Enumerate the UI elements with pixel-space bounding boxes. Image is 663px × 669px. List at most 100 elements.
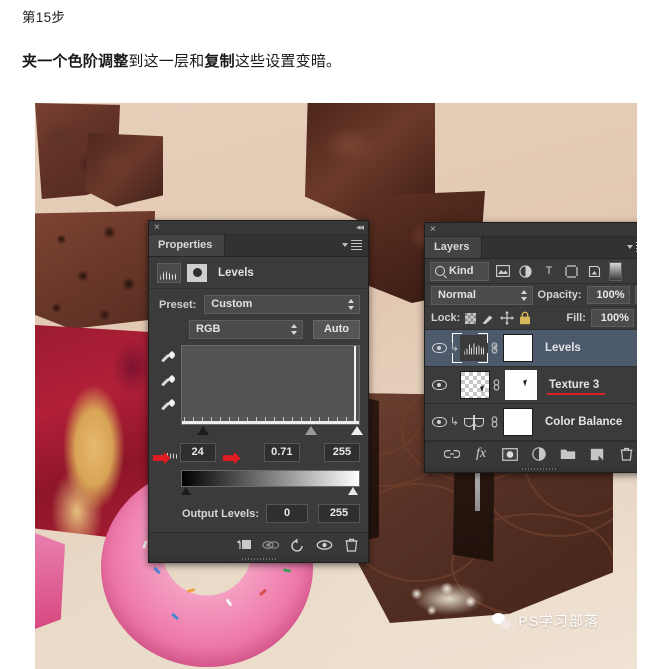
mask-link-icon[interactable] — [488, 342, 500, 354]
close-icon[interactable]: × — [430, 224, 436, 235]
layer-name-levels[interactable]: Levels — [545, 342, 581, 354]
gamma-input-slider[interactable] — [305, 426, 317, 435]
output-gradient-bar — [181, 470, 360, 487]
layers-panel[interactable]: × ◂◂ Layers Kind T — [424, 222, 637, 473]
layer-style-fx-icon[interactable]: fx — [472, 445, 490, 463]
mask-link-icon[interactable] — [490, 379, 502, 391]
preset-value: Custom — [211, 298, 253, 310]
description-tail: 这些设置变暗。 — [234, 53, 342, 70]
properties-titlebar: × ◂◂ — [149, 221, 368, 235]
black-input-slider[interactable] — [197, 426, 209, 435]
opacity-field[interactable]: 100% — [586, 286, 630, 304]
shape-layer-filter-icon[interactable] — [562, 263, 581, 280]
filter-kind-dropdown[interactable]: Kind — [430, 261, 490, 281]
delete-adjustment-icon[interactable] — [339, 535, 364, 554]
layer-visibility-toggle[interactable] — [429, 417, 449, 427]
toggle-visibility-icon[interactable] — [312, 535, 337, 554]
tab-properties[interactable]: Properties — [149, 235, 226, 256]
preset-dropdown[interactable]: Custom — [204, 295, 360, 314]
close-icon[interactable]: × — [154, 222, 160, 233]
screenshot-canvas: × ◂◂ Properties Levels Preset: Custom RG… — [35, 103, 637, 669]
annotation-underline-texture-3 — [547, 393, 605, 395]
lock-position-icon[interactable] — [500, 310, 515, 326]
layer-filter-row: Kind T — [425, 259, 637, 284]
properties-body: Levels Preset: Custom RGB Auto 24 0.71 2… — [149, 257, 368, 562]
search-icon — [435, 265, 445, 276]
black-output-slider[interactable] — [181, 487, 191, 495]
chevron-updown-icon — [290, 324, 298, 335]
gray-point-eyedropper-icon[interactable] — [160, 375, 176, 391]
step-description: 夹一个色阶调整到这一层和复制这些设置变暗。 — [22, 50, 341, 71]
eyedropper-group — [157, 345, 181, 425]
preview-previous-state-icon[interactable] — [258, 535, 283, 554]
mask-link-icon[interactable] — [488, 416, 500, 428]
description-bold-second: 复制 — [204, 53, 235, 70]
black-point-eyedropper-icon[interactable] — [160, 351, 176, 367]
new-group-icon[interactable] — [559, 445, 577, 463]
output-white-field[interactable]: 255 — [318, 504, 360, 523]
layer-thumbnail-color-balance[interactable] — [460, 409, 488, 435]
output-black-field[interactable]: 0 — [266, 504, 308, 523]
layer-list: ↳ Levels Texture 3 ↳ Color Balance — [425, 330, 637, 441]
layer-visibility-toggle[interactable] — [429, 343, 449, 353]
layer-thumbnail-texture-3[interactable] — [460, 371, 490, 399]
white-output-slider[interactable] — [348, 487, 358, 495]
layer-name-texture-3[interactable]: Texture 3 — [549, 379, 599, 391]
input-white-field[interactable]: 255 — [323, 443, 360, 462]
layer-row-color-balance[interactable]: ↳ Color Balance — [425, 404, 637, 441]
white-input-slider[interactable] — [351, 426, 363, 435]
properties-footer — [149, 532, 368, 556]
add-layer-mask-icon[interactable] — [501, 445, 519, 463]
clip-to-layer-icon[interactable] — [231, 535, 256, 554]
tab-layers[interactable]: Layers — [425, 237, 483, 258]
layer-mask-thumbnail-color-balance[interactable] — [503, 408, 533, 436]
panel-resize-grip[interactable] — [149, 556, 368, 562]
lock-all-icon[interactable] — [519, 310, 531, 326]
reset-icon[interactable] — [285, 535, 310, 554]
link-layers-icon[interactable] — [443, 445, 461, 463]
delete-layer-icon[interactable] — [617, 445, 635, 463]
fill-field[interactable]: 100% — [590, 309, 634, 327]
panel-menu-icon[interactable] — [348, 240, 362, 251]
output-levels-sliders[interactable] — [181, 487, 360, 497]
properties-tabbar: Properties — [149, 235, 368, 257]
layer-row-levels[interactable]: ↳ Levels — [425, 330, 637, 367]
blend-mode-dropdown[interactable]: Normal — [431, 285, 533, 305]
new-layer-icon[interactable] — [588, 445, 606, 463]
lock-transparent-pixels-icon[interactable] — [465, 310, 477, 326]
input-levels-sliders[interactable] — [181, 426, 363, 437]
output-levels-label: Output Levels: — [181, 507, 259, 520]
channel-dropdown[interactable]: RGB — [189, 320, 303, 339]
auto-contrast-icon[interactable] — [157, 445, 176, 461]
layer-visibility-toggle[interactable] — [429, 380, 449, 390]
smart-object-filter-icon[interactable] — [585, 263, 604, 280]
layer-mask-thumbnail-texture-3[interactable] — [505, 370, 537, 400]
input-black-field[interactable]: 24 — [179, 443, 216, 462]
collapse-panel-icon[interactable]: ◂◂ — [356, 222, 364, 233]
layer-thumbnail-levels[interactable] — [460, 335, 488, 361]
auto-button[interactable]: Auto — [312, 320, 360, 339]
white-point-eyedropper-icon[interactable] — [160, 399, 176, 415]
step-label: 第15步 — [22, 10, 66, 25]
levels-histogram[interactable] — [181, 345, 360, 425]
properties-panel[interactable]: × ◂◂ Properties Levels Preset: Custom RG… — [148, 220, 369, 563]
input-gamma-field[interactable]: 0.71 — [263, 443, 300, 462]
opacity-slider-caret-icon[interactable] — [634, 286, 637, 304]
panel-resize-grip[interactable] — [425, 466, 637, 472]
levels-editor — [157, 345, 360, 425]
levels-histogram-icon — [157, 262, 181, 283]
opacity-label: Opacity: — [537, 289, 582, 301]
layer-mask-thumbnail-levels[interactable] — [503, 334, 533, 362]
filter-enable-toggle[interactable] — [609, 261, 623, 281]
adjustment-layer-filter-icon[interactable] — [516, 263, 535, 280]
pixel-layer-filter-icon[interactable] — [493, 263, 512, 280]
blend-mode-value: Normal — [438, 288, 476, 301]
chevron-updown-icon — [520, 289, 528, 301]
lock-image-pixels-icon[interactable] — [481, 310, 495, 326]
histogram-spike — [354, 346, 356, 424]
panel-menu-icon[interactable] — [633, 242, 637, 253]
type-layer-filter-icon[interactable]: T — [539, 263, 558, 280]
layer-row-texture-3[interactable]: Texture 3 — [425, 367, 637, 404]
layer-name-color-balance[interactable]: Color Balance — [545, 416, 622, 428]
new-adjustment-layer-icon[interactable] — [530, 445, 548, 463]
